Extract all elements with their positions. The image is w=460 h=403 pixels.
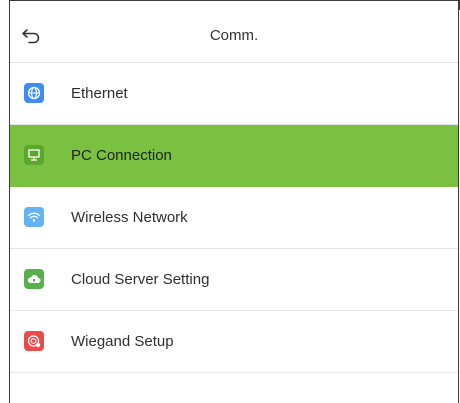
wifi-icon [24, 207, 44, 227]
menu-item-ethernet[interactable]: Ethernet [10, 63, 458, 125]
menu-item-wiegand-setup[interactable]: Wiegand Setup [10, 311, 458, 373]
header-bar: Comm. [10, 10, 458, 63]
menu-item-label: Ethernet [71, 85, 128, 102]
menu-item-label: Cloud Server Setting [71, 271, 210, 288]
monitor-icon [24, 145, 44, 165]
menu-item-label: Wiegand Setup [71, 333, 174, 350]
menu-item-pc-connection[interactable]: PC Connection [10, 125, 458, 187]
comm-screen: Comm. Ethernet PC Connection Wireless Ne… [0, 0, 460, 403]
frame-border-right [458, 0, 459, 403]
comm-menu-list: Ethernet PC Connection Wireless Network … [10, 63, 458, 373]
menu-item-label: Wireless Network [71, 209, 188, 226]
cloud-icon [24, 269, 44, 289]
globe-icon [24, 83, 44, 103]
menu-item-cloud-server-setting[interactable]: Cloud Server Setting [10, 249, 458, 311]
menu-item-wireless-network[interactable]: Wireless Network [10, 187, 458, 249]
wiegand-icon [24, 331, 44, 351]
page-title: Comm. [209, 27, 259, 44]
frame-border-top [9, 0, 460, 10]
menu-item-label: PC Connection [71, 147, 172, 164]
